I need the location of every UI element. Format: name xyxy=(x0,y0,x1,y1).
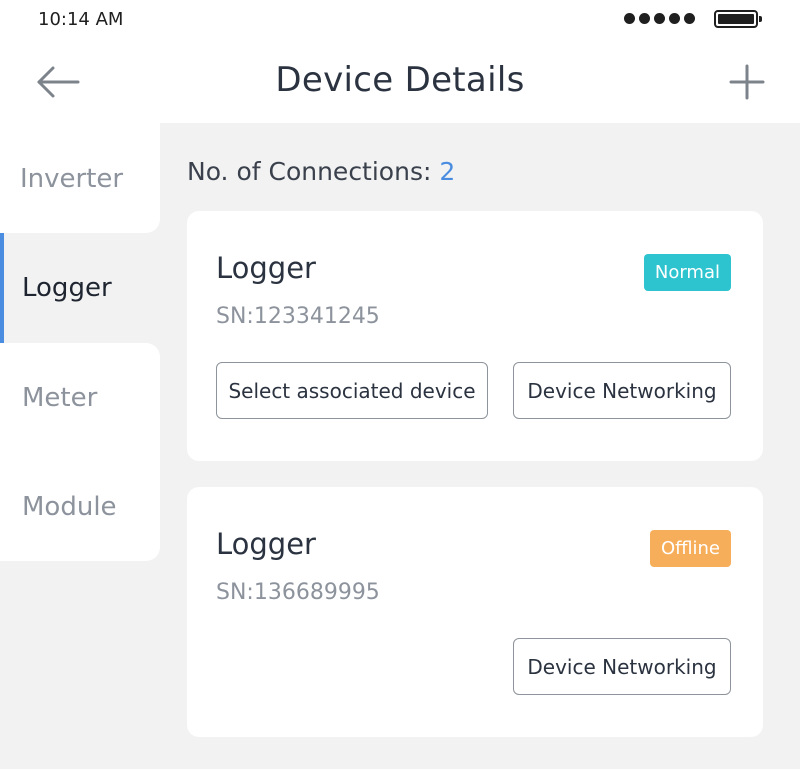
connections-count-value: 2 xyxy=(439,157,456,186)
sidebar-item-label: Inverter xyxy=(20,164,124,194)
plus-icon[interactable] xyxy=(728,62,766,102)
device-serial-number: SN:136689995 xyxy=(216,580,380,605)
device-type-sidebar: Inverter Logger Meter Module xyxy=(0,123,160,561)
device-name: Logger xyxy=(216,251,316,285)
sidebar-item-label: Logger xyxy=(22,273,112,303)
device-networking-button[interactable]: Device Networking xyxy=(513,638,731,695)
status-badge: Offline xyxy=(649,530,731,567)
sidebar-item-meter[interactable]: Meter xyxy=(0,343,160,453)
select-associated-device-button[interactable]: Select associated device xyxy=(216,362,488,419)
signal-strength-icon xyxy=(624,13,695,24)
connections-count: No. of Connections: 2 xyxy=(187,157,455,186)
sidebar-item-logger[interactable]: Logger xyxy=(0,233,160,343)
sidebar-item-module[interactable]: Module xyxy=(0,453,160,561)
device-name: Logger xyxy=(216,527,316,561)
sidebar-item-inverter[interactable]: Inverter xyxy=(0,123,160,233)
status-bar: 10:14 AM xyxy=(0,0,800,40)
sidebar-item-label: Meter xyxy=(22,383,98,413)
status-badge: Normal xyxy=(643,254,731,291)
nav-bar: Device Details xyxy=(0,40,800,123)
device-serial-number: SN:123341245 xyxy=(216,304,380,329)
sidebar-item-label: Module xyxy=(22,492,117,522)
device-card: Logger Offline SN:136689995 Device Netwo… xyxy=(187,487,763,737)
connections-label: No. of Connections: xyxy=(187,157,432,186)
device-card: Logger Normal SN:123341245 Select associ… xyxy=(187,211,763,461)
page-title: Device Details xyxy=(275,60,525,100)
device-networking-button[interactable]: Device Networking xyxy=(513,362,731,419)
status-time: 10:14 AM xyxy=(38,9,124,30)
battery-icon xyxy=(714,10,762,28)
